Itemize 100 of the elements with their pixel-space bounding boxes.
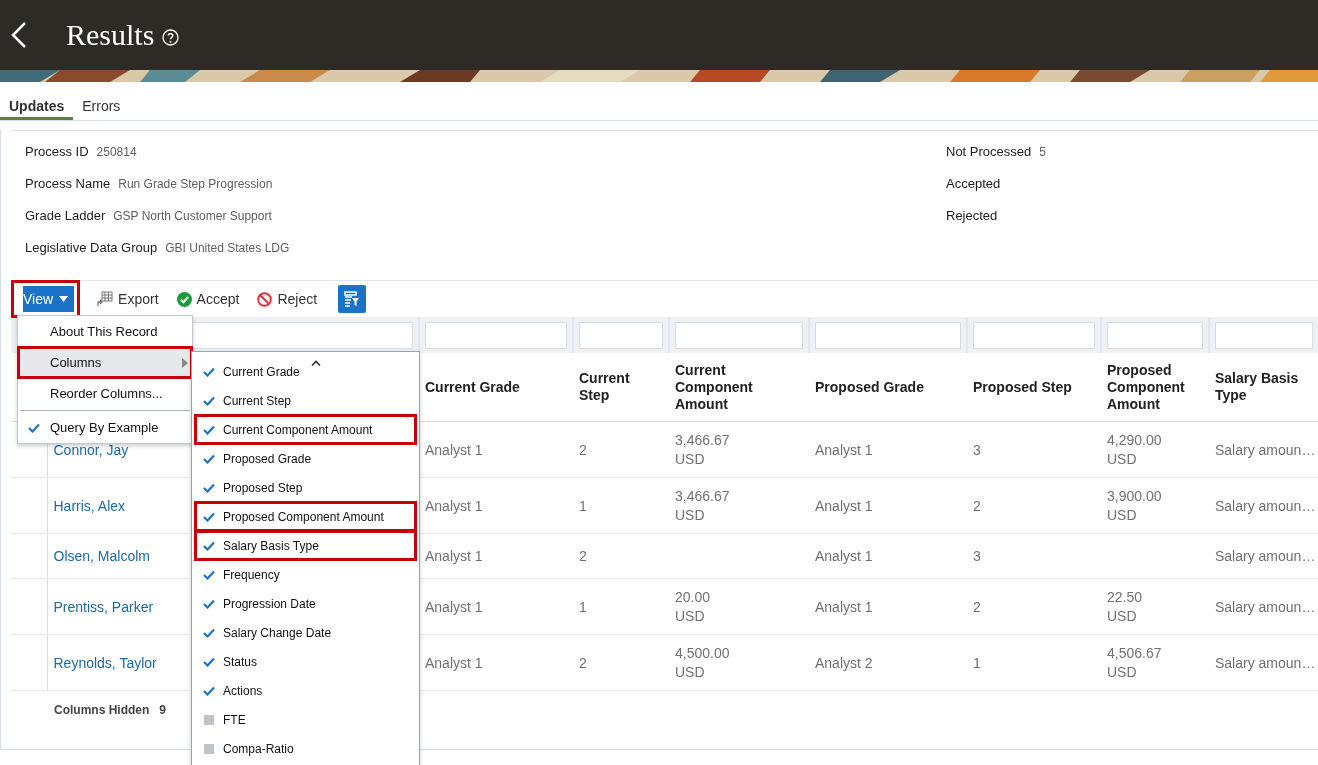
field-label: Process Name — [25, 176, 111, 191]
menu-item[interactable]: Progression Date — [195, 589, 416, 618]
salary-basis-cell: Salary amoun… — [1215, 497, 1316, 514]
menu-item[interactable]: Columns — [18, 347, 192, 378]
menu-item[interactable]: Reorder Columns... — [18, 378, 192, 409]
employee-link[interactable]: Reynolds, Taylor — [53, 654, 157, 671]
export-icon — [97, 291, 114, 307]
field-value: 5 — [1039, 145, 1046, 159]
step-cell: 1 — [973, 654, 981, 671]
grade-cell: Analyst 1 — [425, 654, 483, 671]
employee-link[interactable]: Olsen, Malcolm — [53, 548, 150, 564]
prohibited-icon — [257, 291, 273, 307]
field-label: Rejected — [946, 208, 998, 223]
menu-item[interactable]: Salary Basis Type — [195, 531, 416, 560]
amount-cell: 3,466.67 USD — [675, 486, 730, 525]
submenu-arrow-icon — [182, 357, 188, 368]
column-header[interactable]: Current Step — [579, 370, 663, 404]
filter-field[interactable] — [579, 321, 663, 349]
filter-icon — [344, 291, 361, 307]
menu-item[interactable]: Status — [195, 647, 416, 676]
column-header[interactable]: Current Component Amount — [675, 361, 803, 413]
menu-item[interactable]: Salary Change Date — [195, 618, 416, 647]
salary-basis-cell: Salary amoun… — [1215, 654, 1316, 671]
export-button[interactable]: Export — [90, 286, 166, 312]
field-label: Accepted — [946, 176, 1001, 191]
field-label: Process ID — [25, 144, 89, 159]
menu-item[interactable]: Proposed Component Amount — [195, 502, 416, 531]
step-cell: 2 — [579, 441, 587, 458]
accept-button[interactable]: Accept — [169, 286, 247, 312]
filter-field[interactable] — [815, 321, 961, 349]
step-cell: 2 — [579, 654, 587, 671]
employee-link[interactable]: Prentiss, Parker — [53, 598, 154, 615]
amount-cell: 4,500.00 USD — [675, 643, 730, 682]
check-circle-icon — [176, 291, 192, 307]
grade-cell: Analyst 1 — [425, 497, 483, 514]
menu-item[interactable]: FTE — [195, 705, 416, 734]
field-label: Not Processed — [946, 144, 1032, 159]
page-title: Results — [66, 18, 155, 52]
field-value: Run Grade Step Progression — [118, 177, 273, 191]
field-label: Legislative Data Group — [25, 240, 158, 255]
amount-cell: 22.50 USD — [1107, 587, 1143, 626]
field-value: 250814 — [96, 145, 137, 159]
menu-item[interactable]: Proposed Step — [195, 473, 416, 502]
grade-cell: Analyst 1 — [815, 548, 873, 564]
help-icon[interactable] — [162, 28, 180, 46]
view-button[interactable]: View — [11, 280, 81, 318]
grade-cell: Analyst 2 — [815, 654, 873, 671]
salary-basis-cell: Salary amoun… — [1215, 598, 1316, 615]
step-cell: 2 — [579, 548, 587, 564]
scroll-up-icon[interactable] — [310, 360, 321, 366]
filter-field[interactable] — [1107, 321, 1203, 349]
step-cell: 2 — [973, 598, 981, 615]
step-cell: 2 — [973, 497, 981, 514]
menu-item[interactable]: Current Component Amount — [195, 415, 416, 444]
filter-field[interactable] — [1215, 321, 1313, 349]
menu-item[interactable]: Query By Example — [18, 412, 192, 443]
caret-icon — [59, 296, 69, 302]
grade-cell: Analyst 1 — [815, 441, 873, 458]
step-cell: 1 — [579, 497, 587, 514]
filter-field[interactable] — [675, 321, 803, 349]
field-value: GSP North Customer Support — [113, 209, 272, 223]
tab[interactable]: Updates — [0, 90, 74, 120]
grade-cell: Analyst 1 — [815, 598, 873, 615]
grade-cell: Analyst 1 — [425, 441, 483, 458]
field-label: Grade Ladder — [25, 208, 106, 223]
grade-cell: Analyst 1 — [815, 497, 873, 514]
field-value: GBI United States LDG — [165, 241, 290, 255]
columns-hidden-label: Columns Hidden — [54, 703, 150, 717]
tab[interactable]: Errors — [73, 90, 130, 120]
filter-field[interactable] — [973, 321, 1095, 349]
filter-button[interactable] — [338, 285, 367, 313]
grade-cell: Analyst 1 — [425, 598, 483, 615]
amount-cell: 3,466.67 USD — [675, 430, 730, 469]
amount-cell: 3,900.00 USD — [1107, 486, 1162, 525]
step-cell: 3 — [973, 548, 981, 564]
grade-cell: Analyst 1 — [425, 548, 483, 564]
salary-basis-cell: Salary amoun… — [1215, 441, 1316, 458]
column-header[interactable]: Salary Basis Type — [1215, 370, 1313, 404]
column-header[interactable]: Proposed Grade — [815, 378, 961, 396]
menu-item[interactable]: Frequency — [195, 560, 416, 589]
employee-link[interactable]: Connor, Jay — [53, 441, 129, 458]
column-header[interactable]: Proposed Step — [973, 378, 1095, 396]
step-cell: 3 — [973, 441, 981, 458]
employee-link[interactable]: Harris, Alex — [53, 497, 126, 514]
filter-field[interactable] — [425, 321, 567, 349]
columns-hidden-count: 9 — [159, 703, 167, 717]
menu-item[interactable]: Compa-Ratio — [195, 734, 416, 763]
amount-cell: 20.00 USD — [675, 587, 711, 626]
amount-cell: 4,506.67 USD — [1107, 643, 1162, 682]
amount-cell: 4,290.00 USD — [1107, 430, 1162, 469]
menu-item[interactable]: About This Record — [18, 316, 192, 347]
salary-basis-cell: Salary amoun… — [1215, 548, 1316, 564]
column-header[interactable]: Current Grade — [425, 378, 567, 396]
menu-item[interactable]: Current Step — [195, 386, 416, 415]
reject-button[interactable]: Reject — [250, 286, 325, 312]
menu-item[interactable]: Proposed Grade — [195, 444, 416, 473]
menu-item[interactable]: Current Grade — [195, 366, 416, 386]
column-header[interactable]: Proposed Component Amount — [1107, 361, 1203, 413]
menu-item[interactable]: Actions — [195, 676, 416, 705]
step-cell: 1 — [579, 598, 587, 615]
